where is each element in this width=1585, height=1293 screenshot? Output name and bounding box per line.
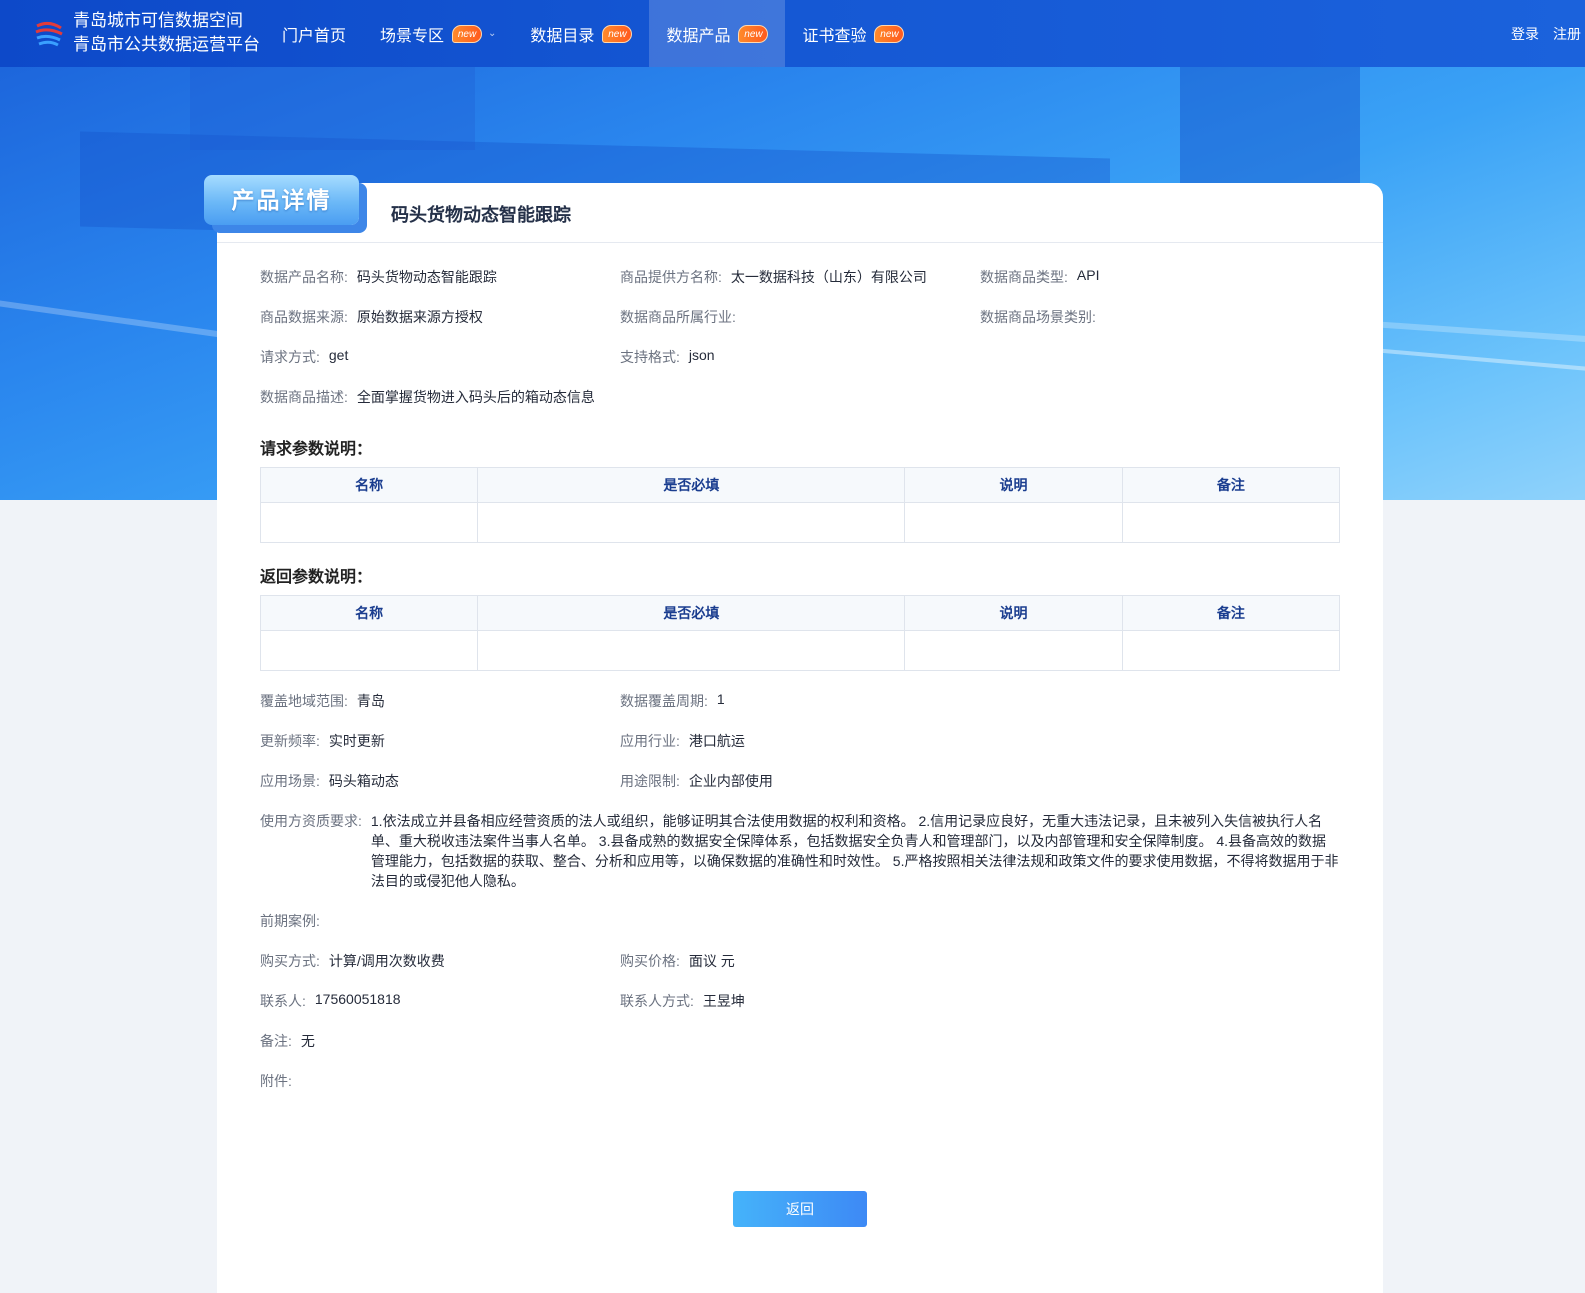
field-scene-category: 数据商品场景类别: [980, 309, 1096, 325]
field-industry: 数据商品所属行业: [620, 309, 736, 325]
login-link[interactable]: 登录 [1511, 24, 1539, 44]
field-contact: 联系人: 17560051818 [260, 991, 401, 1009]
nav-data-products-label: 数据产品 [666, 27, 731, 45]
brand-line-2: 青岛市公共数据运营平台 [73, 35, 260, 54]
product-detail-tab: 产品详情 [204, 175, 359, 225]
field-product-name: 数据产品名称: 码头货物动态智能跟踪 [260, 269, 497, 285]
field-coverage-period: 数据覆盖周期: 1 [620, 691, 725, 709]
auth-links: 登录 注册 [1511, 24, 1581, 44]
field-description: 数据商品描述: 全面掌握货物进入码头后的箱动态信息 [260, 389, 595, 405]
response-params-table: 名称 是否必填 说明 备注 [259, 595, 1341, 671]
card-header: 产品详情 码头货物动态智能跟踪 [204, 175, 1383, 243]
register-link[interactable]: 注册 [1553, 24, 1581, 44]
new-badge: new [452, 24, 483, 43]
field-cases: 前期案例: [260, 913, 320, 929]
response-params-title: 返回参数说明： [260, 569, 373, 586]
field-source: 商品数据来源: 原始数据来源方授权 [260, 309, 483, 325]
product-detail-card: 产品详情 码头货物动态智能跟踪 数据产品名称: 码头货物动态智能跟踪 商品提供方… [204, 175, 1383, 1293]
product-title: 码头货物动态智能跟踪 [391, 205, 571, 225]
column-header: 是否必填 [477, 467, 906, 503]
platform-logo-icon [35, 21, 63, 47]
new-badge: new [738, 24, 769, 43]
field-purchase-price: 购买价格: 面议 元 [620, 953, 735, 969]
nav-data-catalog-label: 数据目录 [530, 27, 595, 45]
field-request-method: 请求方式: get [260, 347, 349, 365]
field-format: 支持格式: json [620, 347, 715, 365]
platform-brand: 青岛城市可信数据空间 青岛市公共数据运营平台 [73, 9, 260, 57]
nav-home-label: 门户首页 [282, 27, 347, 45]
field-coverage-area: 覆盖地域范围: 青岛 [260, 693, 385, 709]
table-row [259, 630, 1341, 671]
field-contact-method: 联系人方式: 王昱坤 [620, 993, 745, 1009]
column-header: 是否必填 [477, 595, 906, 631]
new-badge: new [602, 24, 633, 43]
nav-scenes-label: 场景专区 [380, 27, 445, 45]
table-row [259, 502, 1341, 543]
field-remark: 备注: 无 [260, 1033, 315, 1049]
nav-scenes[interactable]: 场景专区 new ⌄ [363, 0, 513, 67]
field-usage-limit: 用途限制: 企业内部使用 [620, 773, 773, 789]
new-badge: new [874, 24, 905, 43]
field-type: 数据商品类型: API [980, 267, 1100, 285]
field-app-industry: 应用行业: 港口航运 [620, 733, 745, 749]
back-button[interactable]: 返回 [733, 1191, 867, 1227]
column-header: 备注 [1121, 467, 1341, 503]
field-app-scene: 应用场景: 码头箱动态 [260, 773, 399, 789]
field-qualification: 使用方资质要求: 1.依法成立并县备相应经营资质的法人或组织，能够证明其合法使用… [260, 813, 1339, 889]
field-provider: 商品提供方名称: 太一数据科技（山东）有限公司 [620, 269, 927, 285]
column-header: 说明 [904, 467, 1123, 503]
field-update-frequency: 更新频率: 实时更新 [260, 733, 385, 749]
request-params-table: 名称 是否必填 说明 备注 [259, 467, 1341, 543]
field-purchase-method: 购买方式: 计算/调用次数收费 [260, 953, 445, 969]
column-header: 备注 [1121, 595, 1341, 631]
nav-certificate-check-label: 证书查验 [802, 27, 867, 45]
main-nav: 门户首页 场景专区 new ⌄ 数据目录 new 数据产品 new 证书查验 n… [265, 0, 921, 67]
request-params-title: 请求参数说明： [260, 441, 373, 458]
column-header: 名称 [259, 467, 479, 503]
field-attachment: 附件: [260, 1073, 292, 1089]
detail-body: 数据产品名称: 码头货物动态智能跟踪 商品提供方名称: 太一数据科技（山东）有限… [259, 267, 1341, 1111]
nav-home[interactable]: 门户首页 [265, 0, 363, 67]
column-header: 名称 [259, 595, 479, 631]
top-navigation-bar: 青岛城市可信数据空间 青岛市公共数据运营平台 门户首页 场景专区 new ⌄ 数… [0, 0, 1585, 67]
nav-data-products[interactable]: 数据产品 new [649, 0, 786, 67]
nav-data-catalog[interactable]: 数据目录 new [513, 0, 649, 67]
chevron-down-icon: ⌄ [488, 28, 497, 39]
brand-line-1: 青岛城市可信数据空间 [73, 11, 243, 30]
column-header: 说明 [904, 595, 1123, 631]
nav-certificate-check[interactable]: 证书查验 new [785, 0, 921, 67]
